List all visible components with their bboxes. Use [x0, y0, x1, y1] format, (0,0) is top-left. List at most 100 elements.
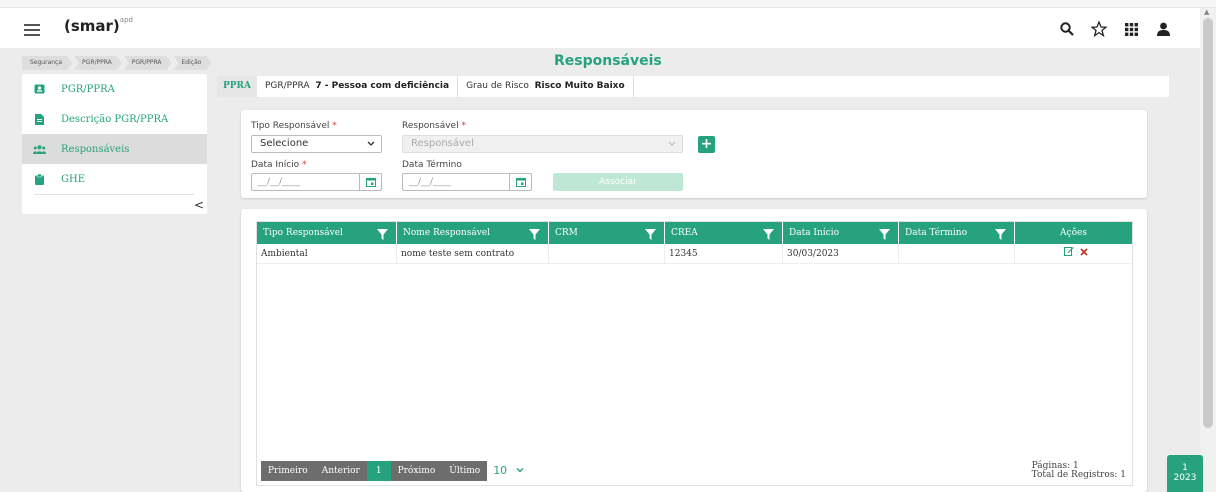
column-header-label: Data Término	[905, 228, 967, 238]
label-text: Responsável	[402, 121, 459, 131]
filter-icon[interactable]	[763, 227, 774, 249]
chevron-down-icon	[513, 467, 524, 476]
pgr-value: 7 - Pessoa com deficiência	[315, 81, 450, 91]
record-info-bar: PPRA PGR/PPRA 7 - Pessoa com deficiência…	[217, 76, 1169, 97]
calendar-icon[interactable]	[509, 174, 531, 190]
menu-icon[interactable]	[24, 24, 40, 36]
sidebar: PGR/PPRA Descrição PGR/PPRA Responsáveis…	[22, 74, 207, 214]
column-header-crm[interactable]: CRM	[549, 222, 665, 244]
add-responsavel-button[interactable]: +	[698, 136, 715, 153]
scroll-thumb[interactable]	[1203, 18, 1213, 428]
responsavel-label: Responsável *	[402, 121, 466, 131]
pagination: Primeiro Anterior 1 Próximo Último 10	[261, 461, 524, 481]
filter-icon[interactable]	[995, 227, 1006, 249]
required-mark: *	[461, 121, 466, 131]
responsavel-placeholder: Responsável	[411, 138, 474, 149]
column-header-nome[interactable]: Nome Responsável	[397, 222, 549, 244]
year-badge-count: 1	[1182, 463, 1188, 473]
search-icon[interactable]	[1058, 20, 1076, 38]
required-mark: *	[332, 121, 337, 131]
column-header-tipo[interactable]: Tipo Responsável	[257, 222, 397, 244]
page-1-button[interactable]: 1	[366, 461, 391, 481]
risk-info: Grau de Risco Risco Muito Baixo	[458, 76, 634, 97]
risk-value: Risco Muito Baixo	[534, 81, 625, 91]
breadcrumb: Segurança PGR/PPRA PGR/PPRA Edição	[22, 56, 213, 70]
responsavel-select[interactable]: Responsável	[402, 135, 683, 153]
sidebar-item-descricao[interactable]: Descrição PGR/PPRA	[22, 104, 207, 134]
column-header-crea[interactable]: CREA	[665, 222, 783, 244]
cell-acoes	[1015, 244, 1132, 264]
cell-nome: nome teste sem contrato	[397, 244, 549, 264]
page-size-select[interactable]: 10	[493, 461, 524, 481]
delete-icon[interactable]	[1079, 244, 1088, 264]
sidebar-item-ghe[interactable]: GHE	[22, 164, 207, 194]
column-header-acoes: Ações	[1060, 228, 1087, 238]
year-badge[interactable]: 1 2023	[1167, 455, 1203, 492]
responsaveis-grid: Tipo Responsável Nome Responsável CRM CR…	[256, 221, 1133, 486]
last-page-button[interactable]: Último	[442, 461, 488, 481]
responsaveis-table-card: Tipo Responsável Nome Responsável CRM CR…	[241, 209, 1147, 492]
risk-label: Grau de Risco	[466, 81, 529, 91]
star-icon[interactable]	[1090, 20, 1108, 38]
top-strip	[0, 0, 1216, 8]
required-mark: *	[302, 160, 307, 170]
first-page-button[interactable]: Primeiro	[261, 461, 315, 481]
column-header-label: CREA	[671, 228, 698, 238]
user-icon[interactable]	[1154, 20, 1172, 38]
column-header-label: Tipo Responsável	[263, 228, 343, 238]
breadcrumb-item[interactable]: PGR/PPRA	[74, 56, 122, 70]
tipo-responsavel-select[interactable]: Selecione	[251, 135, 382, 153]
apps-grid-icon[interactable]	[1122, 20, 1140, 38]
sidebar-item-pgr-ppra[interactable]: PGR/PPRA	[22, 74, 207, 104]
data-termino-placeholder: __/__/____	[409, 177, 452, 187]
document-icon	[32, 113, 46, 125]
prev-page-button[interactable]: Anterior	[314, 461, 367, 481]
data-inicio-input[interactable]: __/__/____	[251, 173, 382, 191]
data-termino-label: Data Término	[402, 160, 462, 170]
table-header: Tipo Responsável Nome Responsável CRM CR…	[257, 222, 1132, 244]
pagination-info: Páginas: 1 Total de Registros: 1	[1032, 462, 1126, 480]
filter-icon[interactable]	[879, 227, 890, 249]
sidebar-item-label: GHE	[61, 173, 86, 185]
vertical-scrollbar[interactable]: ▲	[1200, 8, 1216, 492]
page-title: Responsáveis	[554, 53, 662, 69]
column-header-label: Nome Responsável	[403, 228, 490, 238]
sidebar-item-label: PGR/PPRA	[61, 83, 115, 95]
sidebar-item-label: Descrição PGR/PPRA	[61, 113, 169, 125]
label-text: Data Início	[251, 160, 300, 170]
sidebar-item-label: Responsáveis	[61, 143, 130, 155]
sidebar-divider	[34, 194, 194, 195]
column-header-label: CRM	[555, 228, 578, 238]
data-inicio-label: Data Início *	[251, 160, 307, 170]
tipo-responsavel-label: Tipo Responsável *	[251, 121, 337, 131]
chevron-down-icon	[668, 136, 676, 158]
year-badge-year: 2023	[1173, 473, 1197, 483]
page-size-value: 10	[493, 464, 508, 477]
pgr-info: PGR/PPRA 7 - Pessoa com deficiência	[257, 76, 459, 97]
calendar-icon[interactable]	[359, 174, 381, 190]
breadcrumb-item[interactable]: Segurança	[22, 56, 72, 70]
collapse-sidebar-icon[interactable]: <	[194, 198, 204, 212]
column-header-data-termino[interactable]: Data Término	[899, 222, 1015, 244]
breadcrumb-item[interactable]: Edição	[174, 56, 212, 70]
filter-icon[interactable]	[645, 227, 656, 249]
column-header-data-inicio[interactable]: Data Início	[783, 222, 899, 244]
cell-tipo: Ambiental	[257, 244, 397, 264]
data-termino-input[interactable]: __/__/____	[402, 173, 532, 191]
edit-icon[interactable]	[1063, 244, 1074, 264]
filter-icon[interactable]	[377, 227, 388, 249]
responsavel-form: Tipo Responsável * Selecione Responsável…	[241, 110, 1147, 198]
app-logo[interactable]: (smar)apd	[64, 16, 133, 35]
breadcrumb-item[interactable]: PGR/PPRA	[124, 56, 172, 70]
label-text: Tipo Responsável	[251, 121, 330, 131]
filter-icon[interactable]	[529, 227, 540, 249]
total-records: Total de Registros: 1	[1031, 470, 1126, 480]
id-card-icon	[32, 84, 46, 94]
associar-button[interactable]: Associar	[553, 173, 683, 191]
app-header: (smar)apd	[0, 8, 1200, 48]
logo-sup: apd	[119, 16, 133, 24]
sidebar-item-responsaveis[interactable]: Responsáveis	[22, 134, 207, 164]
clipboard-icon	[32, 173, 46, 185]
next-page-button[interactable]: Próximo	[390, 461, 443, 481]
scroll-up-icon[interactable]: ▲	[1204, 8, 1209, 16]
